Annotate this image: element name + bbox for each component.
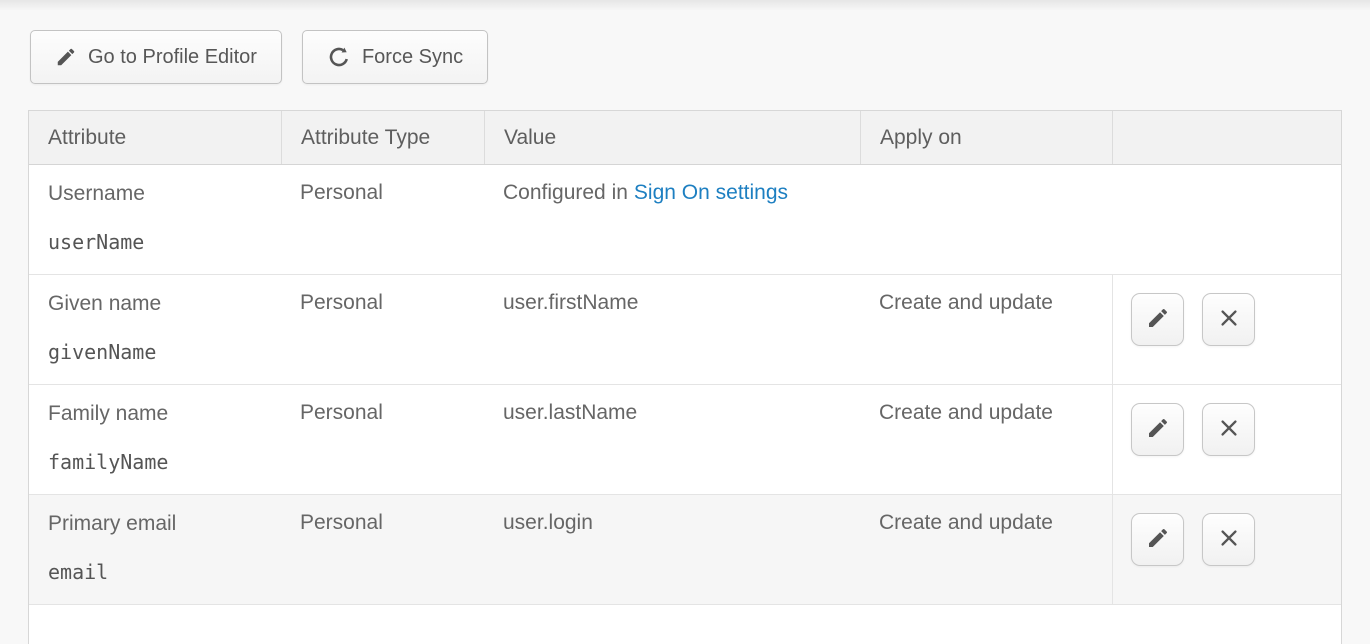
attribute-type-cell: Personal <box>281 275 484 384</box>
value-text: user.login <box>503 511 593 534</box>
force-sync-button[interactable]: Force Sync <box>302 30 488 84</box>
value-text: Configured in <box>503 181 628 204</box>
pencil-icon <box>1146 526 1170 553</box>
force-sync-label: Force Sync <box>362 46 463 69</box>
close-icon <box>1218 527 1240 552</box>
apply-on-cell: Create and update <box>860 275 1112 384</box>
apply-on-value: Create and update <box>879 511 1053 534</box>
actions-cell <box>1112 385 1341 494</box>
go-to-profile-editor-label: Go to Profile Editor <box>88 46 257 69</box>
attribute-variable-name: givenName <box>48 339 281 365</box>
attribute-label: Family name <box>48 401 281 427</box>
header-attribute-type: Attribute Type <box>281 111 484 164</box>
attribute-cell: Given name givenName <box>29 275 281 384</box>
attribute-label: Given name <box>48 291 281 317</box>
delete-attribute-button[interactable] <box>1202 513 1255 566</box>
pencil-icon <box>55 46 77 68</box>
edit-attribute-button[interactable] <box>1131 513 1184 566</box>
attribute-type-value: Personal <box>300 181 383 204</box>
attribute-type-cell: Personal <box>281 165 484 274</box>
table-row: Username userName Personal Configured in… <box>29 165 1341 275</box>
actions-cell <box>1112 165 1341 274</box>
refresh-icon <box>327 45 351 69</box>
value-cell: user.login <box>484 495 860 604</box>
attribute-variable-name: userName <box>48 229 281 255</box>
table-row: Given name givenName Personal user.first… <box>29 275 1341 385</box>
top-edge-shadow <box>0 0 1370 10</box>
attribute-variable-name: familyName <box>48 449 281 475</box>
toolbar: Go to Profile Editor Force Sync <box>30 30 488 84</box>
value-text: user.firstName <box>503 291 638 314</box>
pencil-icon <box>1146 306 1170 333</box>
edit-attribute-button[interactable] <box>1131 293 1184 346</box>
table-row: Family name familyName Personal user.las… <box>29 385 1341 495</box>
apply-on-cell <box>860 165 1112 274</box>
go-to-profile-editor-button[interactable]: Go to Profile Editor <box>30 30 282 84</box>
value-text: user.lastName <box>503 401 637 424</box>
header-attribute: Attribute <box>29 111 281 164</box>
attribute-variable-name: email <box>48 559 281 585</box>
header-actions <box>1112 111 1341 164</box>
attribute-cell: Primary email email <box>29 495 281 604</box>
header-value: Value <box>484 111 860 164</box>
apply-on-value: Create and update <box>879 401 1053 424</box>
attribute-label: Username <box>48 181 281 207</box>
attribute-type-cell: Personal <box>281 495 484 604</box>
close-icon <box>1218 417 1240 442</box>
actions-cell <box>1112 495 1341 604</box>
attribute-type-cell: Personal <box>281 385 484 494</box>
apply-on-value: Create and update <box>879 291 1053 314</box>
edit-attribute-button[interactable] <box>1131 403 1184 456</box>
apply-on-cell: Create and update <box>860 385 1112 494</box>
table-row: Primary email email Personal user.login … <box>29 495 1341 605</box>
attribute-cell: Username userName <box>29 165 281 274</box>
value-cell: user.firstName <box>484 275 860 384</box>
actions-cell <box>1112 275 1341 384</box>
delete-attribute-button[interactable] <box>1202 403 1255 456</box>
pencil-icon <box>1146 416 1170 443</box>
apply-on-cell: Create and update <box>860 495 1112 604</box>
delete-attribute-button[interactable] <box>1202 293 1255 346</box>
attribute-type-value: Personal <box>300 291 383 314</box>
header-apply-on: Apply on <box>860 111 1112 164</box>
attribute-cell: Family name familyName <box>29 385 281 494</box>
close-icon <box>1218 307 1240 332</box>
attribute-type-value: Personal <box>300 511 383 534</box>
value-cell: user.lastName <box>484 385 860 494</box>
attribute-type-value: Personal <box>300 401 383 424</box>
attribute-label: Primary email <box>48 511 281 537</box>
value-cell: Configured in Sign On settings <box>484 165 860 274</box>
table-body: Username userName Personal Configured in… <box>29 165 1341 605</box>
table-header-row: Attribute Attribute Type Value Apply on <box>29 111 1341 165</box>
sign-on-settings-link[interactable]: Sign On settings <box>634 181 788 204</box>
attribute-mappings-table: Attribute Attribute Type Value Apply on … <box>28 110 1342 644</box>
